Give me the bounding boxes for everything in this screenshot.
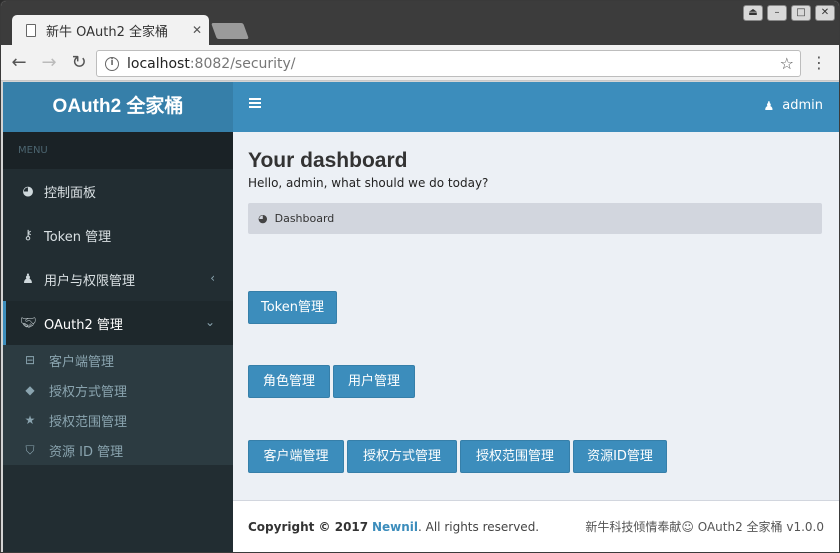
scope-management-button[interactable]: 授权范围管理 [460, 440, 570, 473]
sidebar-subitem-label: 客户端管理 [49, 354, 115, 370]
star-icon: ★ [24, 413, 36, 427]
sidebar-item-label: OAuth2 管理 [44, 317, 123, 333]
role-management-button[interactable]: 角色管理 [248, 365, 330, 398]
drive-icon: ⊟ [24, 353, 36, 367]
close-tab-icon[interactable]: ✕ [192, 23, 202, 37]
reload-button[interactable]: ↻ [67, 51, 91, 75]
grant-type-management-button[interactable]: 授权方式管理 [347, 440, 457, 473]
user-management-button[interactable]: 用户管理 [333, 365, 415, 398]
resource-id-management-button[interactable]: 资源ID管理 [573, 440, 667, 473]
company-link[interactable]: Newnil [372, 520, 418, 534]
menu-header: MENU [3, 132, 233, 169]
minimize-button[interactable]: – [767, 5, 787, 21]
sidebar-subitem-label: 资源 ID 管理 [49, 444, 124, 460]
page-icon [26, 23, 36, 37]
breadcrumb: ◕ Dashboard [248, 203, 822, 234]
browser-menu-icon[interactable]: ⋮ [811, 53, 827, 72]
address-bar[interactable]: i localhost:8082/security/ ☆ [96, 50, 801, 77]
user-name: admin [782, 98, 823, 113]
profile-icon[interactable]: ⏏ [743, 5, 763, 21]
sidebar-subitem-label: 授权范围管理 [49, 414, 128, 430]
sidebar-item-label: 控制面板 [44, 185, 97, 201]
maximize-button[interactable]: □ [791, 5, 811, 21]
new-tab-button[interactable] [211, 23, 249, 39]
dashboard-icon: ◕ [258, 212, 268, 225]
sidebar-subitem-scope[interactable]: ★ 授权范围管理 [3, 405, 233, 435]
key-icon: ⚷ [23, 227, 33, 243]
forward-button[interactable]: → [37, 51, 61, 75]
sidebar-item-oauth2[interactable]: 🤝︎ OAuth2 管理 ⌄ [3, 301, 233, 345]
rights-text: . All rights reserved. [418, 519, 540, 534]
page-subtitle: Hello, admin, what should we do today? [248, 176, 489, 190]
sidebar-item-token[interactable]: ⚷ Token 管理 [3, 213, 233, 257]
sidebar-subitem-resource-id[interactable]: ⛉ 资源 ID 管理 [3, 435, 233, 465]
chevron-left-icon: ‹ [210, 271, 215, 285]
back-button[interactable]: ← [7, 51, 31, 75]
sidebar-subitem-grant-type[interactable]: ◆ 授权方式管理 [3, 375, 233, 405]
user-menu[interactable]: ♟ admin [764, 98, 824, 113]
brand-logo[interactable]: OAuth2 全家桶 [3, 82, 233, 132]
breadcrumb-item[interactable]: Dashboard [275, 212, 335, 225]
sidebar-item-label: Token 管理 [44, 229, 112, 245]
tab-strip: 新牛 OAuth2 全家桶 ✕ ⏏ – □ ✕ [1, 1, 839, 45]
browser-window: 新牛 OAuth2 全家桶 ✕ ⏏ – □ ✕ ← → ↻ i localhos… [0, 0, 840, 553]
user-icon: ♟ [763, 98, 775, 113]
client-management-button[interactable]: 客户端管理 [248, 440, 344, 473]
sidebar-item-users-permissions[interactable]: ♟ 用户与权限管理 ‹ [3, 257, 233, 301]
sidebar: OAuth2 全家桶 MENU ◕ 控制面板 ⚷ Token 管理 ♟ 用户与权… [3, 82, 233, 552]
sidebar-subitem-client[interactable]: ⊟ 客户端管理 [3, 345, 233, 375]
main-content: Your dashboard Hello, admin, what should… [233, 132, 839, 500]
handshake-icon: 🤝︎ [20, 315, 37, 331]
user-icon: ♟ [22, 271, 34, 287]
oauth2-submenu: ⊟ 客户端管理 ◆ 授权方式管理 ★ 授权范围管理 ⛉ 资源 ID 管理 [3, 345, 233, 465]
page-footer: Copyright © 2017 Newnil. All rights rese… [233, 500, 839, 552]
dashboard-icon: ◕ [22, 183, 34, 199]
shield-icon: ⛉ [25, 442, 35, 457]
token-management-button[interactable]: Token管理 [248, 291, 337, 324]
sidebar-toggle-icon[interactable] [249, 98, 261, 108]
browser-toolbar: ← → ↻ i localhost:8082/security/ ☆ ⋮ [1, 45, 839, 81]
sidebar-item-label: 用户与权限管理 [44, 273, 136, 289]
tags-icon: ◆ [25, 383, 35, 397]
sidebar-item-dashboard[interactable]: ◕ 控制面板 [3, 169, 233, 213]
url-host: localhost [127, 55, 190, 72]
close-window-button[interactable]: ✕ [815, 5, 835, 21]
top-navbar: ♟ admin [233, 82, 839, 132]
browser-tab[interactable]: 新牛 OAuth2 全家桶 ✕ [12, 15, 209, 45]
copyright-text: Copyright © 2017 [248, 519, 369, 534]
web-page: OAuth2 全家桶 MENU ◕ 控制面板 ⚷ Token 管理 ♟ 用户与权… [3, 82, 839, 552]
bookmark-star-icon[interactable]: ☆ [780, 54, 794, 73]
tab-title: 新牛 OAuth2 全家桶 [46, 24, 169, 40]
chevron-down-icon: ⌄ [204, 315, 215, 329]
page-title: Your dashboard [248, 149, 408, 172]
footer-right-text: 新牛科技倾情奉献☺ OAuth2 全家桶 v1.0.0 [585, 520, 824, 534]
sidebar-subitem-label: 授权方式管理 [49, 384, 128, 400]
site-info-icon[interactable]: i [105, 56, 119, 71]
url-path: :8082/security/ [189, 55, 296, 72]
